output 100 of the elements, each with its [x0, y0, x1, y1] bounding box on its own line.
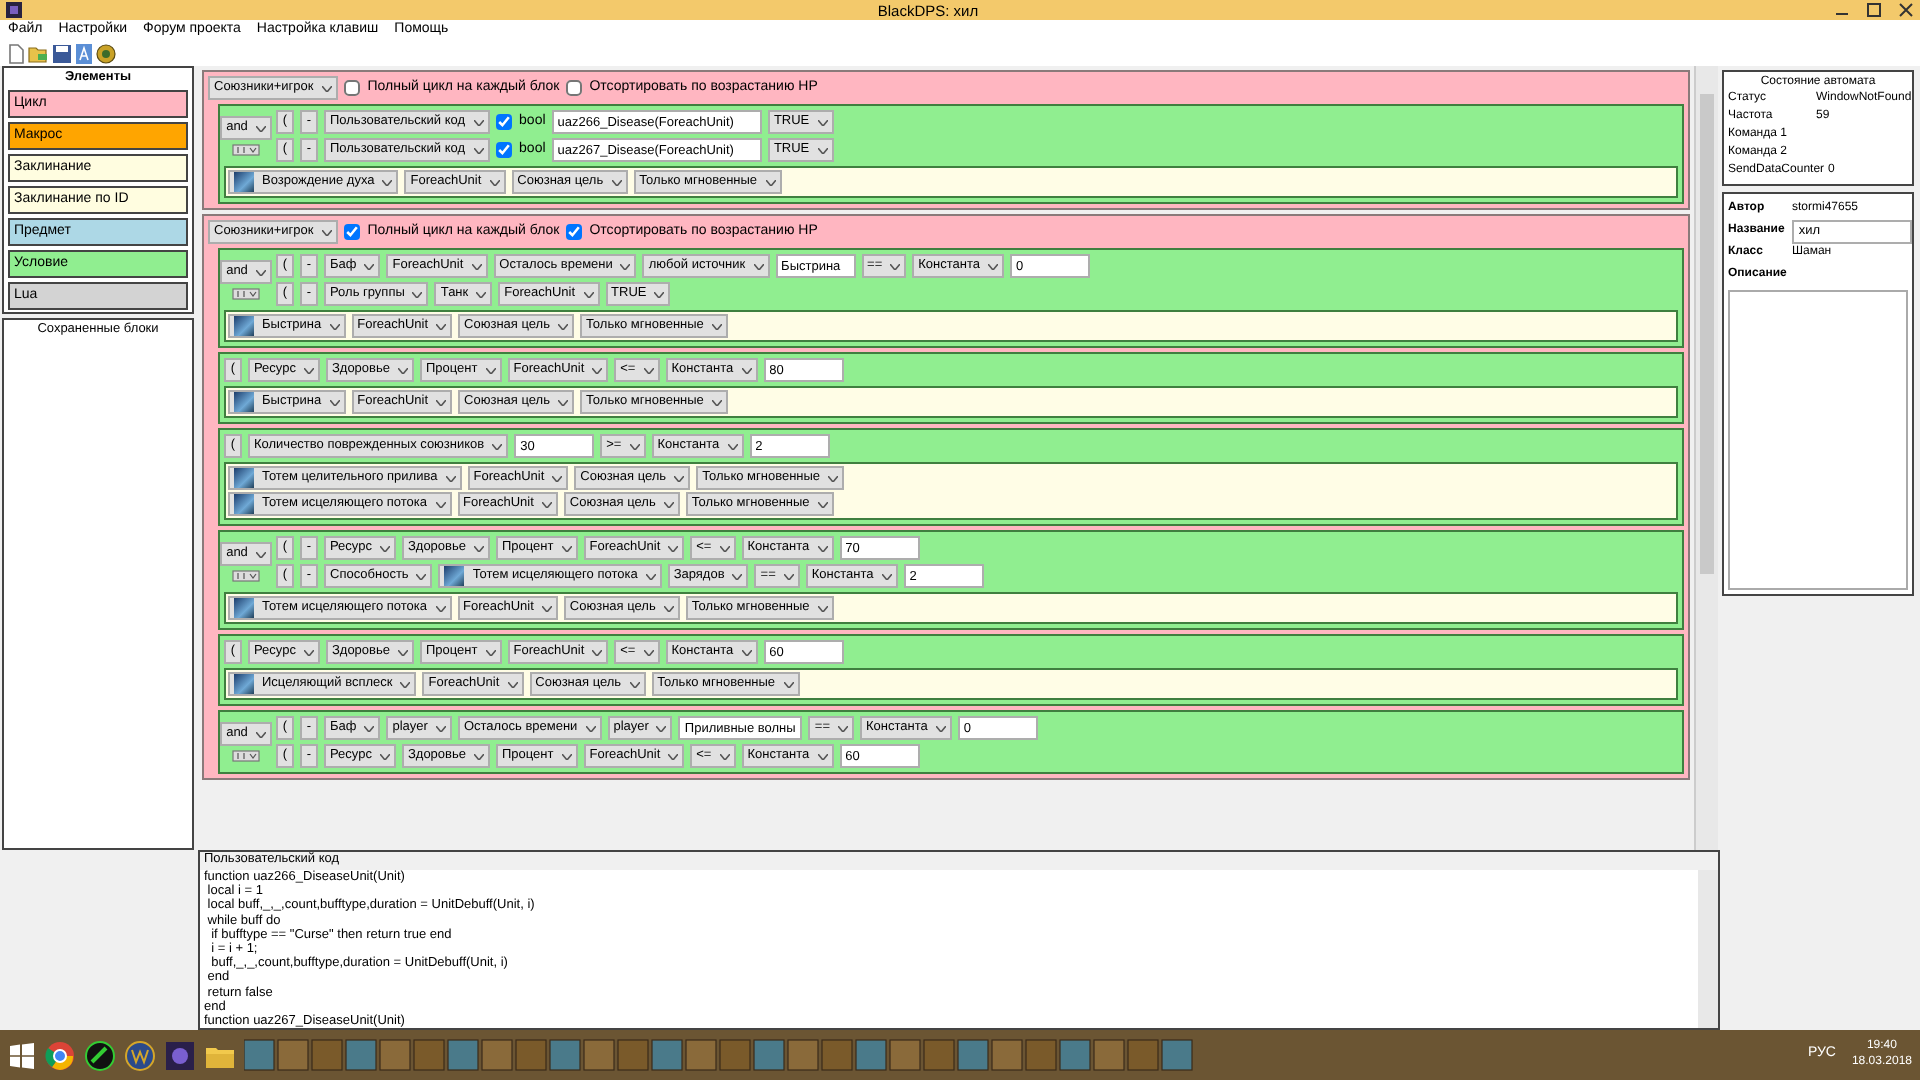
caret-icon: [838, 725, 849, 731]
caret-icon: [643, 649, 654, 655]
spell-icon: [234, 392, 254, 412]
caret-icon: [741, 649, 752, 655]
caret-icon: [400, 681, 411, 687]
caret-icon: [485, 649, 496, 655]
caret-icon: [765, 179, 776, 185]
caret-icon: [416, 573, 427, 579]
spell-icon: [234, 316, 254, 336]
caret-icon: [557, 323, 568, 329]
caret-icon: [473, 147, 484, 153]
caret-icon: [719, 753, 730, 759]
caret-icon: [435, 501, 445, 507]
caret-icon: [492, 443, 503, 449]
caret-icon: [398, 367, 408, 373]
caret-icon: [303, 649, 314, 655]
caret-icon: [382, 179, 393, 185]
caret-icon: [711, 323, 722, 329]
caret-icon: [507, 681, 518, 687]
caret-icon: [732, 573, 743, 579]
caret-icon: [817, 753, 828, 759]
caret-icon: [585, 725, 596, 731]
close-icon[interactable]: [1898, 2, 1914, 18]
caret-icon: [643, 367, 654, 373]
caret-icon: [329, 323, 340, 329]
caret-icon: [398, 649, 408, 655]
open-folder-icon[interactable]: [28, 44, 48, 64]
checkbox[interactable]: [495, 141, 512, 158]
spell-icon: [444, 566, 465, 586]
expand-icon[interactable]: [232, 570, 260, 582]
caret-icon: [474, 545, 484, 551]
caret-icon: [379, 753, 390, 759]
caret-icon: [592, 367, 603, 373]
checkbox[interactable]: [565, 79, 582, 96]
caret-icon: [436, 323, 447, 329]
caret-icon: [255, 551, 266, 557]
caret-icon: [592, 649, 603, 655]
expand-icon[interactable]: [232, 750, 260, 762]
emblem-icon[interactable]: [96, 44, 116, 64]
caret-icon: [329, 399, 340, 405]
caret-icon: [663, 501, 674, 507]
caret-icon: [935, 725, 946, 731]
new-document-icon[interactable]: [8, 44, 24, 64]
caret-icon: [471, 263, 482, 269]
caret-icon: [890, 263, 901, 269]
checkbox[interactable]: [343, 223, 360, 240]
caret-icon: [645, 573, 656, 579]
browser-icon[interactable]: [44, 1039, 76, 1071]
caret-icon: [485, 367, 496, 373]
scrollbar-thumb[interactable]: [1700, 94, 1714, 574]
expand-icon[interactable]: [232, 288, 260, 300]
caret-icon: [303, 367, 314, 373]
caret-icon: [783, 573, 794, 579]
caret-icon: [255, 125, 266, 131]
caret-icon: [629, 443, 640, 449]
scrollbar[interactable]: [1694, 66, 1718, 850]
spell-icon: [234, 674, 254, 694]
caret-icon: [711, 399, 722, 405]
caret-icon: [412, 291, 423, 297]
caret-icon: [817, 605, 828, 611]
caret-icon: [489, 179, 500, 185]
caret-icon: [255, 269, 266, 275]
round-app-icon[interactable]: [84, 1039, 116, 1071]
caret-icon: [435, 725, 446, 731]
description-field[interactable]: [1728, 290, 1908, 591]
caret-icon: [379, 545, 390, 551]
caret-icon: [741, 367, 752, 373]
windows-logo-icon[interactable]: [8, 1041, 36, 1069]
caret-icon: [255, 731, 266, 737]
checkbox[interactable]: [343, 79, 360, 96]
caret-icon: [817, 147, 828, 153]
maximize-icon[interactable]: [1866, 2, 1882, 18]
caret-icon: [583, 291, 594, 297]
caret-icon: [719, 545, 730, 551]
caret-icon: [364, 263, 375, 269]
save-icon[interactable]: [52, 44, 72, 64]
expand-icon[interactable]: [232, 144, 260, 156]
caret-icon: [557, 399, 568, 405]
caret-icon: [881, 573, 892, 579]
spell-icon: [234, 598, 254, 618]
caret-icon: [436, 399, 447, 405]
caret-icon: [668, 545, 679, 551]
caret-icon: [476, 291, 487, 297]
caret-icon: [561, 545, 572, 551]
font-icon[interactable]: [76, 44, 92, 64]
caret-icon: [541, 605, 552, 611]
game-icon[interactable]: [124, 1039, 156, 1071]
caret-icon: [817, 119, 828, 125]
app-icon[interactable]: [164, 1039, 196, 1071]
caret-icon: [753, 263, 764, 269]
caret-icon: [474, 753, 484, 759]
caret-icon: [629, 681, 640, 687]
caret-icon: [473, 119, 484, 125]
app-icon: [6, 2, 22, 18]
caret-icon: [364, 725, 375, 731]
checkbox[interactable]: [565, 223, 582, 240]
scrollbar[interactable]: [1698, 870, 1718, 1028]
caret-icon: [552, 475, 563, 481]
checkbox[interactable]: [495, 113, 512, 130]
caret-icon: [988, 263, 999, 269]
